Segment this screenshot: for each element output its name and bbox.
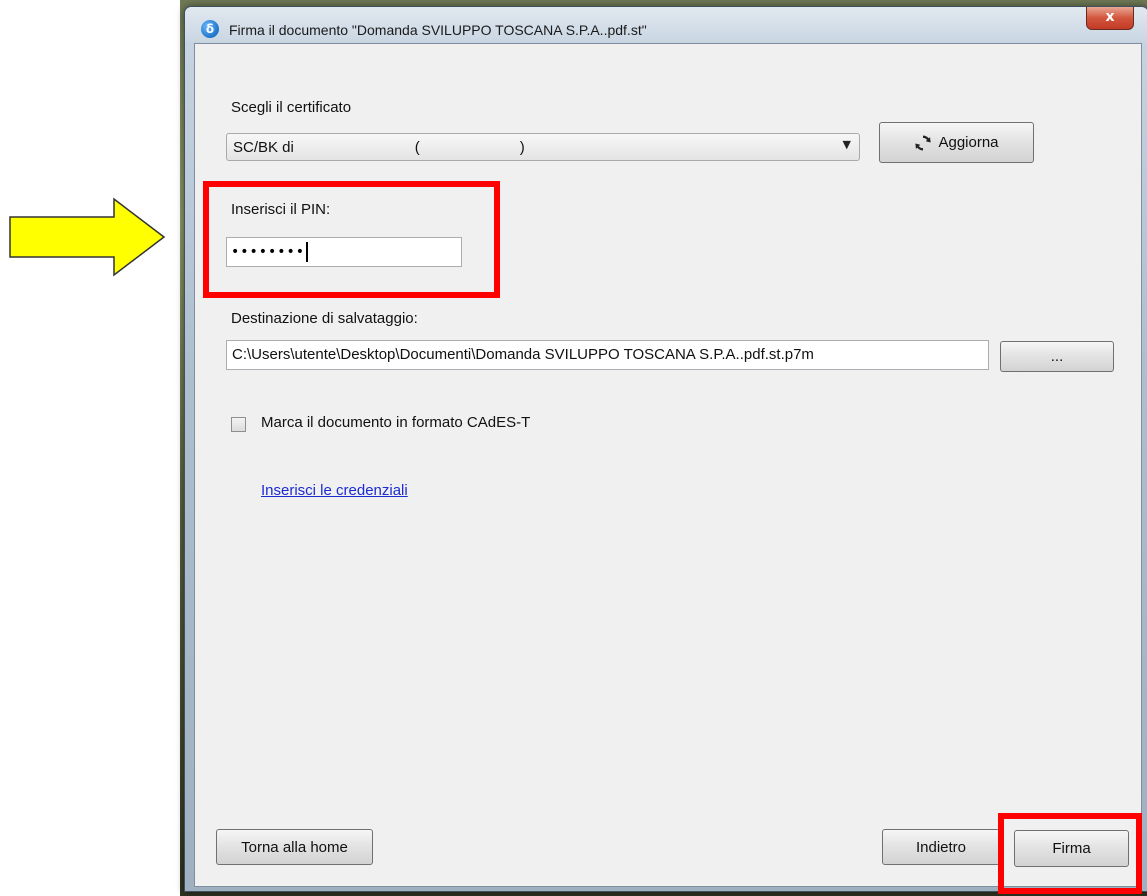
credentials-link[interactable]: Inserisci le credenziali <box>261 482 408 499</box>
title-bar[interactable]: δ Firma il documento "Domanda SVILUPPO T… <box>185 7 1147 42</box>
destination-label: Destinazione di salvataggio: <box>231 310 418 327</box>
app-logo-icon: δ <box>201 20 219 38</box>
refresh-button[interactable]: Aggiorna <box>879 122 1034 163</box>
back-button[interactable]: Indietro <box>882 829 1000 865</box>
pin-highlight-box <box>203 181 500 298</box>
sign-highlight-box <box>998 813 1142 894</box>
certificate-selected-value: SC/BK di ( ) <box>233 139 525 156</box>
cades-t-checkbox[interactable] <box>231 417 246 432</box>
sign-dialog-window: δ Firma il documento "Domanda SVILUPPO T… <box>184 6 1147 892</box>
window-title: Firma il documento "Domanda SVILUPPO TOS… <box>229 22 647 38</box>
refresh-button-label: Aggiorna <box>938 134 999 151</box>
close-button[interactable]: x <box>1086 7 1134 30</box>
certificate-label: Scegli il certificato <box>231 99 352 116</box>
dropdown-arrow-icon: ▼ <box>842 138 851 151</box>
cades-t-label: Marca il documento in formato CAdES-T <box>261 414 531 431</box>
browse-button[interactable]: ... <box>1000 341 1114 372</box>
certificate-select[interactable]: SC/BK di ( ) ▼ <box>226 133 860 161</box>
destination-path-field[interactable]: C:\Users\utente\Desktop\Documenti\Domand… <box>226 340 989 370</box>
refresh-icon <box>915 135 932 150</box>
dialog-content: Scegli il certificato SC/BK di ( ) ▼ Agg… <box>194 43 1142 887</box>
home-button[interactable]: Torna alla home <box>216 829 373 865</box>
arrow-annotation-icon <box>9 197 166 277</box>
